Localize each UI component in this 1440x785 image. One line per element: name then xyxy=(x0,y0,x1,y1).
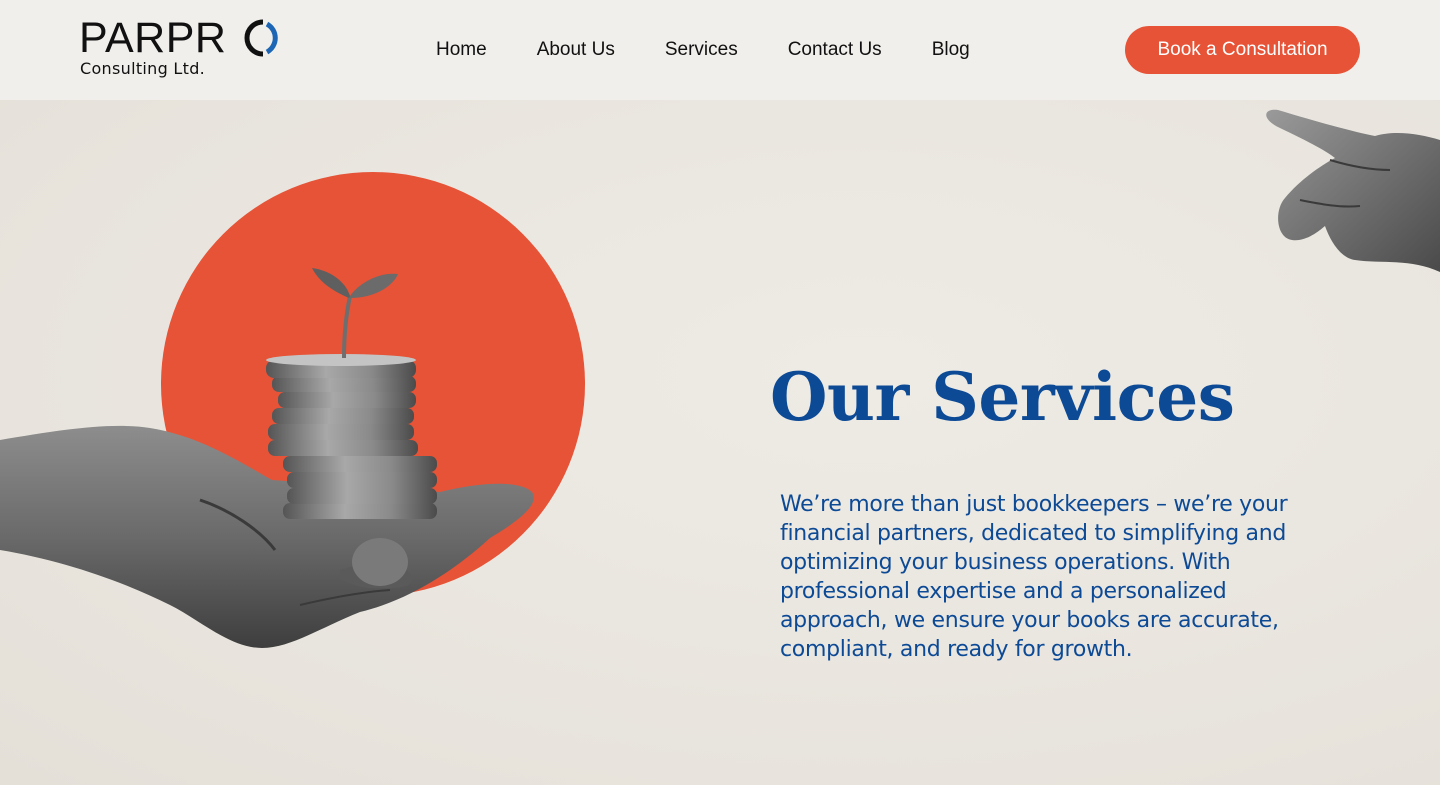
page-title: Our Services xyxy=(770,358,1235,436)
site-header: PARPR Consulting Ltd. Home About Us Serv… xyxy=(0,0,1440,100)
pointing-hand-image xyxy=(1266,109,1440,272)
main-nav: Home About Us Services Contact Us Blog xyxy=(436,36,970,64)
nav-item-home[interactable]: Home xyxy=(436,36,487,64)
nav-item-blog[interactable]: Blog xyxy=(932,36,970,64)
hero-section: Our Services We’re more than just bookke… xyxy=(0,100,1440,785)
logo-wordmark: PARPR xyxy=(79,14,227,62)
hero-illustration xyxy=(0,109,1440,648)
nav-item-about-us[interactable]: About Us xyxy=(537,36,615,64)
logo-ring-icon xyxy=(244,19,278,57)
logo-subtitle: Consulting Ltd. xyxy=(80,59,206,78)
nav-item-services[interactable]: Services xyxy=(665,36,738,64)
page: PARPR Consulting Ltd. Home About Us Serv… xyxy=(0,0,1440,785)
nav-item-contact-us[interactable]: Contact Us xyxy=(788,36,882,64)
logo[interactable]: PARPR Consulting Ltd. xyxy=(79,14,289,84)
book-consultation-button[interactable]: Book a Consultation xyxy=(1125,26,1360,74)
services-description: We’re more than just bookkeepers – we’re… xyxy=(780,492,1288,662)
